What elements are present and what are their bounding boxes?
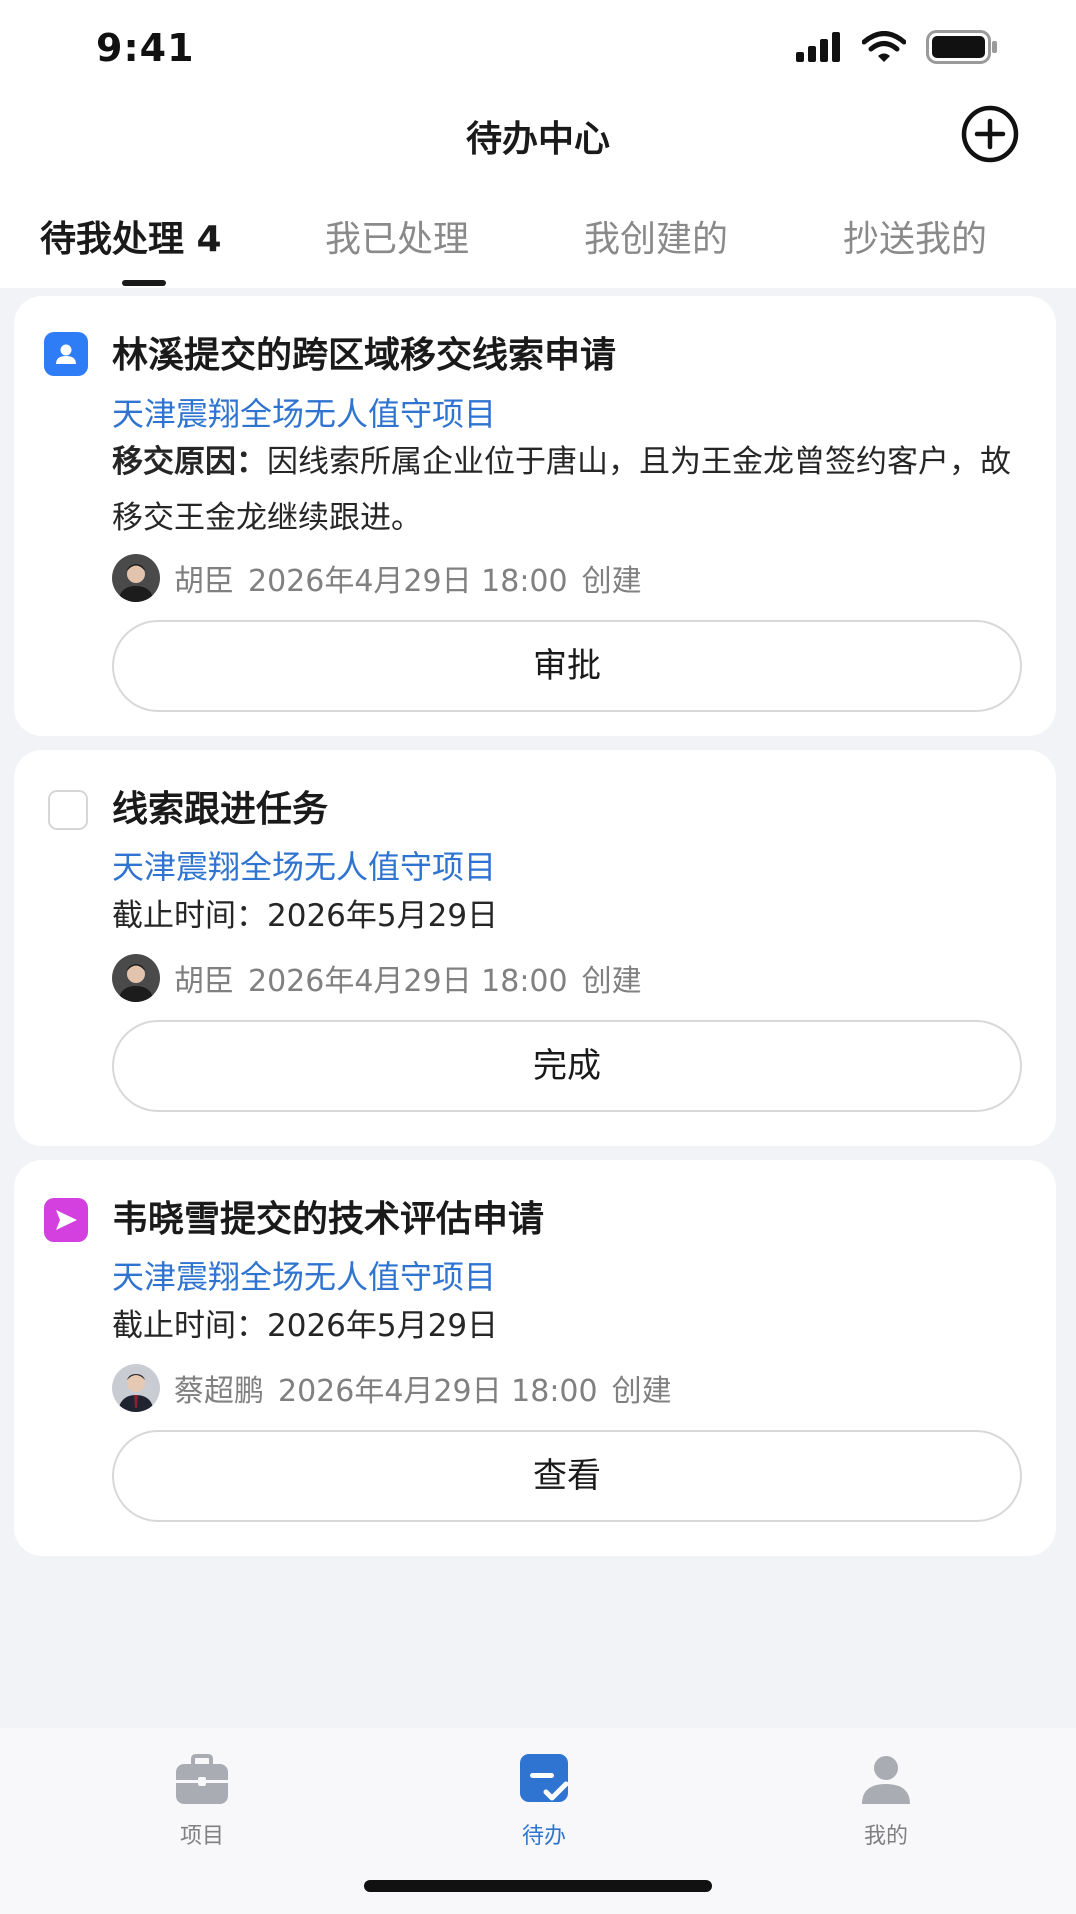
card-title: 韦晓雪提交的技术评估申请 [112,1199,545,1240]
home-indicator [364,1880,712,1892]
tabbar-label: 待办 [521,1824,566,1849]
todo-card[interactable]: 韦晓雪提交的技术评估申请 天津震翔全场无人值守项目 截止时间：2026年5月29… [14,1160,1056,1556]
tabbar-label: 项目 [179,1824,224,1849]
active-tab-indicator [122,280,166,286]
tabbar-item-me[interactable]: 我的 [816,1752,956,1850]
tabbar-item-projects[interactable]: 项目 [132,1752,272,1850]
wifi-icon [862,31,906,62]
created-time: 2026年4月29日 18:00 [278,1374,598,1409]
card-title: 线索跟进任务 [112,789,329,830]
card-project-link[interactable]: 天津震翔全场无人值守项目 [112,842,496,888]
complete-button[interactable]: 完成 [112,1020,1022,1112]
status-time: 9:41 [96,26,195,70]
created-suffix: 创建 [611,1374,672,1409]
send-arrow-icon [44,1198,88,1242]
tab-bar: 待我处理 4 我已处理 我创建的 抄送我的 [0,196,1076,288]
todo-card[interactable]: 线索跟进任务 天津震翔全场无人值守项目 截止时间：2026年5月29日 胡臣 2… [14,750,1056,1146]
card-description: 移交原因：因线索所属企业位于唐山，且为王金龙曾签约客户，故移交王金龙继续跟进。 [112,434,1012,546]
battery-icon [926,30,997,64]
tabbar-label: 我的 [863,1824,908,1849]
deadline-value: 2026年5月29日 [267,898,499,934]
approve-button[interactable]: 审批 [112,620,1022,712]
card-deadline: 截止时间：2026年5月29日 [112,888,1012,944]
tab-processed[interactable]: 我已处理 [325,210,469,262]
deadline-label: 截止时间： [112,1308,267,1344]
view-button[interactable]: 查看 [112,1430,1022,1522]
tab-pending[interactable]: 待我处理 4 [40,210,222,262]
page-title: 待办中心 [465,119,610,160]
card-project-link[interactable]: 天津震翔全场无人值守项目 [112,389,496,435]
add-icon[interactable] [960,104,1020,164]
card-project-link[interactable]: 天津震翔全场无人值守项目 [112,1252,496,1298]
created-suffix: 创建 [581,964,642,999]
avatar [112,1364,160,1412]
todo-check-icon [520,1754,569,1802]
tab-created[interactable]: 我创建的 [584,210,728,262]
status-bar: 9:41 [0,0,1076,96]
checkbox-icon[interactable] [48,790,88,830]
creator-name: 胡臣 [174,964,234,999]
deadline-label: 截止时间： [112,898,267,934]
description-label: 移交原因： [112,444,267,480]
nav-bar: 待办中心 [0,96,1076,176]
tab-cc[interactable]: 抄送我的 [843,210,987,262]
card-deadline: 截止时间：2026年5月29日 [112,1298,1012,1354]
tabbar-item-todo[interactable]: 待办 [474,1752,614,1850]
todo-list[interactable]: 林溪提交的跨区域移交线索申请 天津震翔全场无人值守项目 移交原因：因线索所属企业… [0,288,1076,1728]
avatar [112,954,160,1002]
card-meta: 蔡超鹏 2026年4月29日 18:00 创建 [112,1364,672,1412]
card-meta: 胡臣 2026年4月29日 18:00 创建 [112,554,642,602]
card-meta: 胡臣 2026年4月29日 18:00 创建 [112,954,642,1002]
person-badge-icon [44,332,88,376]
avatar [112,554,160,602]
created-time: 2026年4月29日 18:00 [248,564,568,599]
person-icon [862,1756,910,1804]
briefcase-icon [176,1754,228,1804]
created-suffix: 创建 [581,564,642,599]
created-time: 2026年4月29日 18:00 [248,964,568,999]
status-icons [796,30,998,64]
creator-name: 蔡超鹏 [174,1374,264,1409]
todo-center-screen: 9:41 待办中心 待我处理 4 我已处理 我创建的 抄送我的 林溪提交的跨区域… [0,0,1076,1914]
card-title: 林溪提交的跨区域移交线索申请 [112,335,617,376]
todo-card[interactable]: 林溪提交的跨区域移交线索申请 天津震翔全场无人值守项目 移交原因：因线索所属企业… [14,296,1056,736]
creator-name: 胡臣 [174,564,234,599]
deadline-value: 2026年5月29日 [267,1308,499,1344]
cellular-signal-icon [796,32,840,62]
